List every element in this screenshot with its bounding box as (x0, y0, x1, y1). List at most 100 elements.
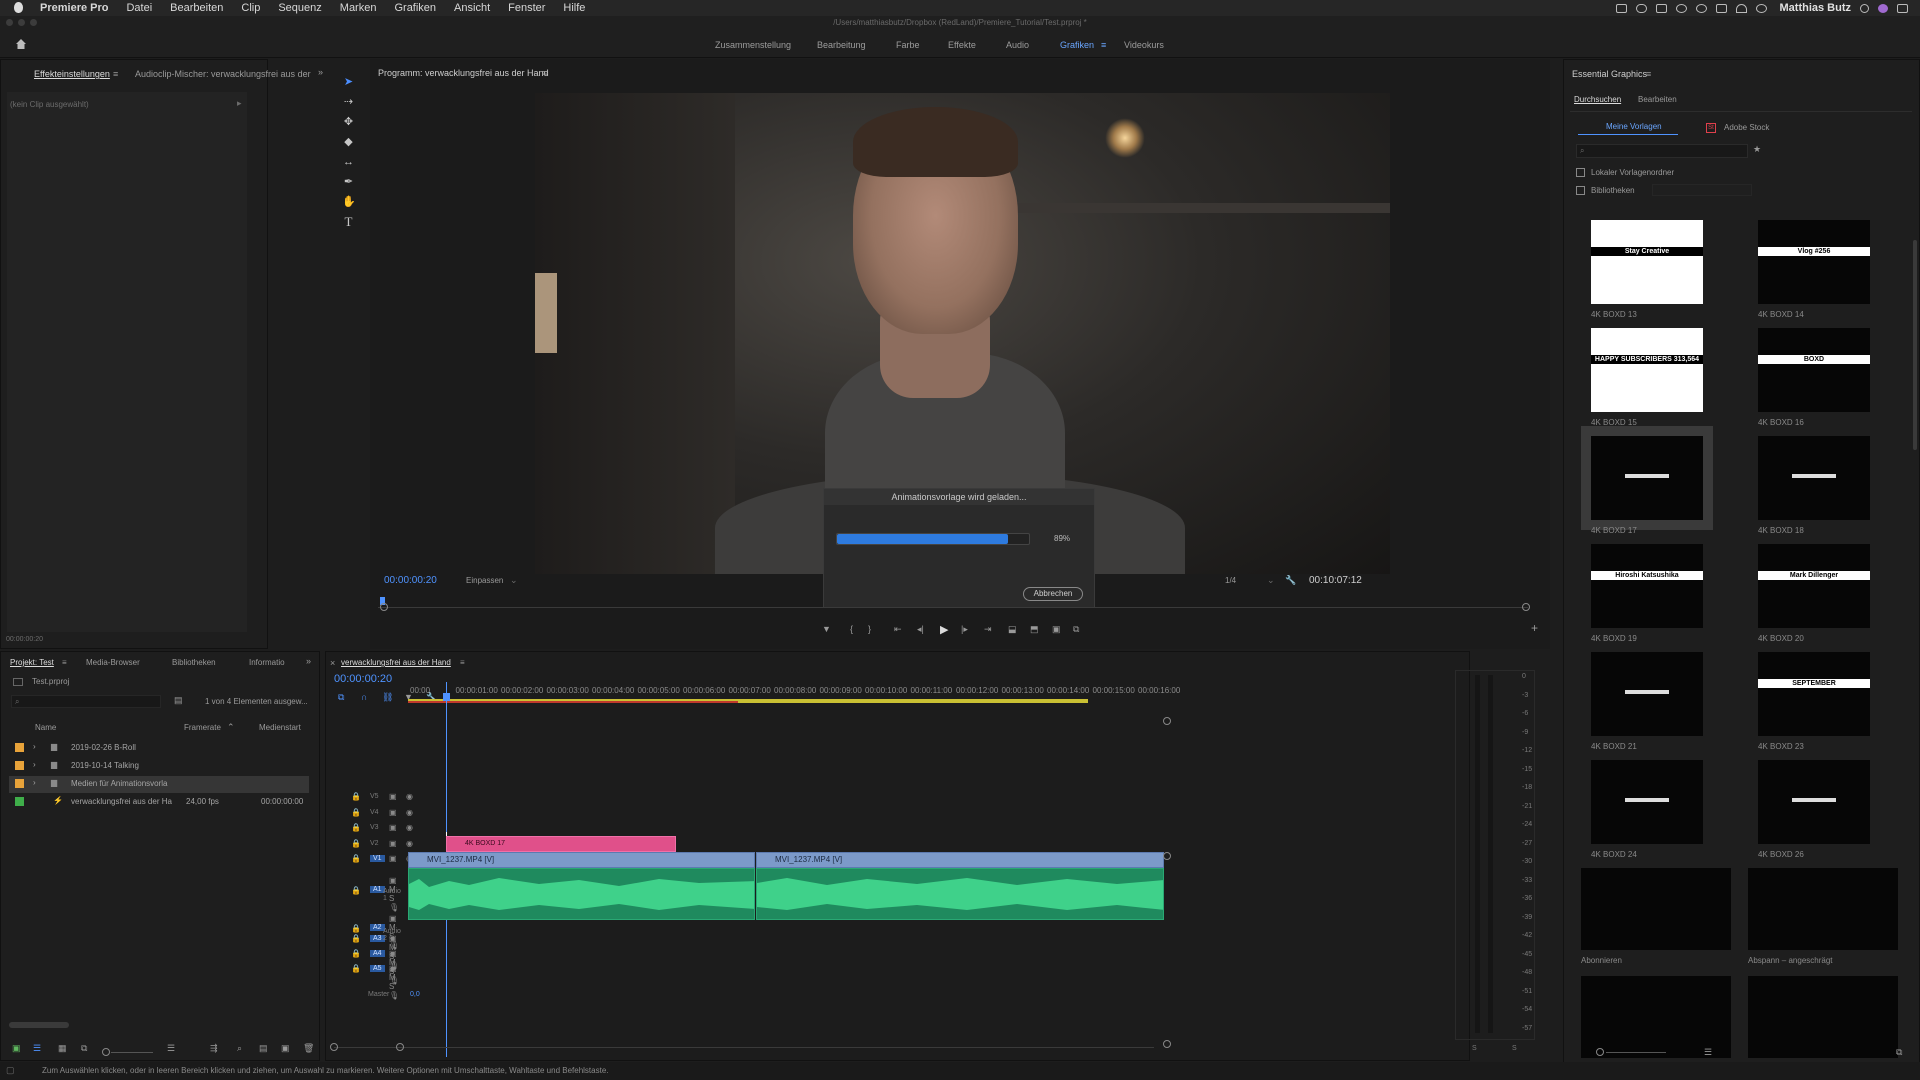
template-thumbnail[interactable] (1748, 976, 1898, 1058)
template-thumbnail[interactable] (1758, 760, 1870, 844)
h-zoom-end[interactable] (396, 1043, 404, 1051)
video-track-label[interactable]: V1 (370, 855, 385, 862)
h-zoom-track[interactable] (334, 1047, 1154, 1048)
time-machine-icon[interactable] (1695, 3, 1707, 13)
track-lock-icon[interactable]: 🔒 (351, 792, 361, 801)
eg-menu-icon[interactable]: ≡ (1646, 69, 1651, 79)
expand-arrow-icon[interactable]: ▸ (237, 98, 242, 109)
eg-scrollbar[interactable] (1913, 240, 1917, 450)
eg-search-input[interactable]: ⌕ (1576, 144, 1748, 158)
audio-track-label[interactable]: A5 (370, 965, 385, 972)
siri-icon[interactable] (1878, 3, 1888, 13)
audio-clip-2[interactable] (756, 868, 1164, 920)
label-color-swatch[interactable] (15, 743, 24, 752)
nest-toggle-icon[interactable]: ⧉ (338, 692, 344, 703)
video-clip-2[interactable]: MVI_1237.MP4 [V] (756, 852, 1164, 868)
freeform-view-icon[interactable]: ⧉ (81, 1043, 87, 1054)
col-name[interactable]: Name (35, 723, 56, 732)
automate-icon[interactable]: ⇶ (210, 1043, 218, 1054)
v-scroll-handle-bottom[interactable] (1163, 1040, 1171, 1048)
libraries-checkbox[interactable] (1576, 186, 1585, 195)
sort-arrow-icon[interactable]: ⌃ (227, 722, 235, 733)
track-lock-icon[interactable]: 🔒 (351, 808, 361, 817)
cancel-button[interactable]: Abbrechen (1023, 587, 1083, 601)
essential-graphics-title[interactable]: Essential Graphics (1572, 69, 1647, 79)
audio-track-lock-icon[interactable]: 🔒 (351, 949, 361, 958)
tab-sequence[interactable]: verwacklungsfrei aus der Hand (341, 658, 451, 667)
go-to-in-icon[interactable]: ⇤ (894, 624, 902, 635)
tab-effect-controls[interactable]: Effekteinstellungen (34, 69, 110, 79)
template-thumbnail[interactable]: Mark Dillenger (1758, 544, 1870, 628)
star-icon[interactable]: ★ (1753, 144, 1761, 155)
project-list-item[interactable]: ▆ › 2019-02-26 B-Roll (9, 740, 309, 757)
sync-lock-icon[interactable]: ▣ (389, 808, 397, 817)
sort-icon[interactable]: ☰ (1704, 1047, 1712, 1058)
program-menu-icon[interactable]: ≡ (542, 68, 547, 78)
selection-tool-icon[interactable]: ➤ (342, 76, 355, 88)
lift-icon[interactable]: ⬓ (1008, 624, 1017, 635)
add-marker-icon[interactable]: ▼ (822, 624, 831, 634)
scrub-start-handle[interactable] (380, 603, 388, 611)
notification-center-icon[interactable] (1897, 3, 1908, 13)
creative-cloud-icon[interactable] (1675, 3, 1687, 13)
expand-chevron-icon[interactable]: › (33, 778, 36, 787)
template-thumbnail[interactable]: Hiroshi Katsushika (1591, 544, 1703, 628)
sync-lock-icon[interactable]: ▣ (389, 854, 397, 863)
timeline-menu-icon[interactable]: ≡ (460, 658, 465, 667)
template-thumbnail[interactable] (1758, 436, 1870, 520)
snap-icon[interactable]: ∩ (361, 692, 367, 702)
template-thumbnail[interactable] (1581, 868, 1731, 950)
zoom-dropdown-icon[interactable]: ⌄ (510, 575, 518, 586)
v-scroll-handle-top[interactable] (1163, 717, 1171, 725)
template-thumbnail[interactable] (1591, 760, 1703, 844)
local-folder-checkbox[interactable] (1576, 168, 1585, 177)
tab-info[interactable]: Informatio (249, 658, 285, 667)
user-name[interactable]: Matthias Butz (1780, 2, 1852, 14)
track-select-tool-icon[interactable]: ⇢ (342, 96, 355, 108)
template-thumbnail[interactable]: BOXD (1758, 328, 1870, 412)
master-volume-value[interactable]: 0,0 (410, 991, 420, 998)
libraries-select[interactable] (1652, 184, 1752, 196)
compare-view-icon[interactable]: ⧉ (1073, 624, 1079, 635)
panel-menu-icon[interactable]: ≡ (113, 69, 118, 79)
template-thumbnail[interactable] (1591, 652, 1703, 736)
button-editor-icon[interactable]: + (1531, 621, 1538, 635)
template-thumbnail[interactable] (1581, 426, 1713, 530)
col-framerate[interactable]: Framerate (184, 723, 221, 732)
program-monitor-title[interactable]: Programm: verwacklungsfrei aus der Hand (378, 68, 549, 78)
icon-view-icon[interactable]: ▦ (58, 1043, 67, 1054)
label-color-swatch[interactable] (15, 761, 24, 770)
audio-track-lock-icon[interactable]: 🔒 (351, 964, 361, 973)
settings-wrench-icon[interactable]: 🔧 (1285, 575, 1296, 586)
menu-bearbeiten[interactable]: Bearbeiten (170, 2, 223, 14)
eye-icon[interactable]: ◉ (406, 839, 413, 848)
expand-chevron-icon[interactable]: › (33, 742, 36, 751)
workspace-farbe[interactable]: Farbe (896, 40, 920, 50)
type-tool-icon[interactable]: T (342, 215, 355, 228)
thumb-size-slider[interactable] (1596, 1048, 1604, 1056)
project-list-item[interactable]: ▆ › Medien für Animationsvorla (9, 776, 309, 793)
screen-icon[interactable] (1615, 3, 1627, 13)
zoom-slider-handle[interactable] (102, 1048, 110, 1056)
menu-app[interactable]: Premiere Pro (40, 2, 108, 14)
audio-track-controls[interactable]: ▣ M S 🎙 (389, 964, 399, 1000)
project-list-item[interactable]: ⚡ verwacklungsfrei aus der Ha 24,00 fps 00:… (9, 794, 309, 811)
sync-lock-icon[interactable]: ▣ (389, 823, 397, 832)
menu-marken[interactable]: Marken (340, 2, 377, 14)
menu-hilfe[interactable]: Hilfe (563, 2, 585, 14)
linked-selection-icon[interactable]: ⛓ (382, 692, 393, 703)
workspace-grafiken[interactable]: Grafiken (1060, 40, 1094, 50)
project-search-input[interactable]: ⌕ (11, 695, 161, 708)
eye-icon[interactable]: ◉ (406, 792, 413, 801)
video-clip-1[interactable]: MVI_1237.MP4 [V] (408, 852, 755, 868)
sort-icons-icon[interactable]: ☰ (167, 1043, 175, 1054)
audio-track-lock-icon[interactable]: 🔒 (351, 886, 361, 895)
scrub-end-handle[interactable] (1522, 603, 1530, 611)
video-track-label[interactable]: V5 (370, 793, 379, 800)
workspace-audio[interactable]: Audio (1006, 40, 1029, 50)
extract-icon[interactable]: ⬒ (1030, 624, 1039, 635)
step-back-icon[interactable]: ◂| (917, 624, 924, 635)
tab-audio-clip-mixer[interactable]: Audioclip-Mischer: verwacklungsfrei aus … (135, 69, 311, 79)
audio-track-lock-icon[interactable]: 🔒 (351, 924, 361, 933)
template-thumbnail[interactable] (1748, 868, 1898, 950)
